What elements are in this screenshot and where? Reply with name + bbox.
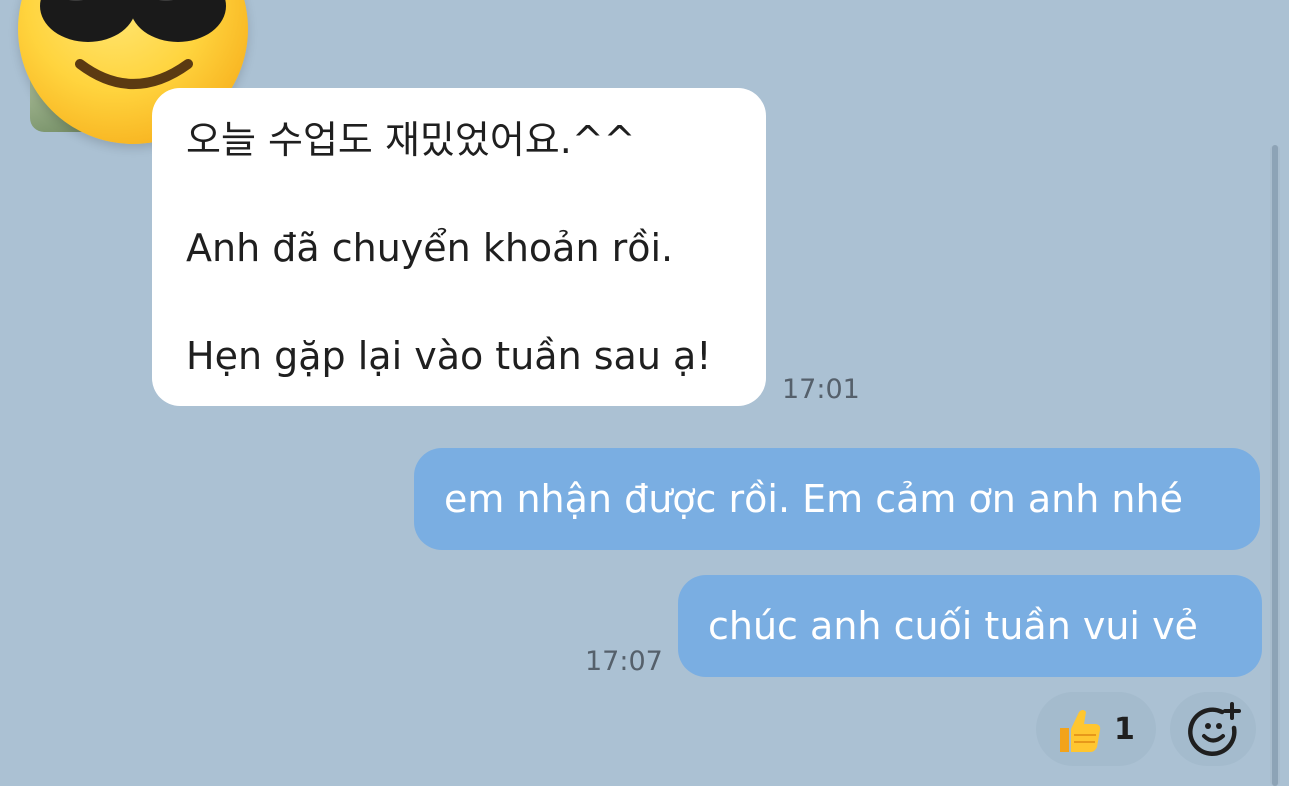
outgoing-message-text: em nhận được rồi. Em cảm ơn anh nhé [444, 477, 1183, 521]
outgoing-message-time: 17:07 [585, 646, 663, 677]
scrollbar-thumb[interactable] [1272, 145, 1278, 786]
add-reaction-button[interactable] [1170, 692, 1256, 766]
scrollbar[interactable] [1270, 145, 1280, 786]
thumbs-up-icon [1050, 702, 1106, 762]
chat-area: 오늘 수업도 재밌었어요.^^ Anh đã chuyển khoản rồi.… [0, 0, 1289, 786]
incoming-message-line: Hẹn gặp lại vào tuần sau ạ! [186, 334, 712, 378]
outgoing-message-bubble[interactable]: chúc anh cuối tuần vui vẻ [678, 575, 1262, 677]
incoming-message-bubble[interactable]: 오늘 수업도 재밌었어요.^^ Anh đã chuyển khoản rồi.… [152, 88, 766, 406]
incoming-message-time: 17:01 [782, 374, 860, 405]
thumbs-up-reaction[interactable]: 1 [1036, 692, 1156, 766]
outgoing-message-bubble[interactable]: em nhận được rồi. Em cảm ơn anh nhé [414, 448, 1260, 550]
incoming-message-line: Anh đã chuyển khoản rồi. [186, 226, 674, 270]
reaction-count: 1 [1114, 712, 1135, 747]
outgoing-message-text: chúc anh cuối tuần vui vẻ [708, 604, 1198, 648]
incoming-message-line: 오늘 수업도 재밌었어요.^^ [186, 118, 636, 162]
